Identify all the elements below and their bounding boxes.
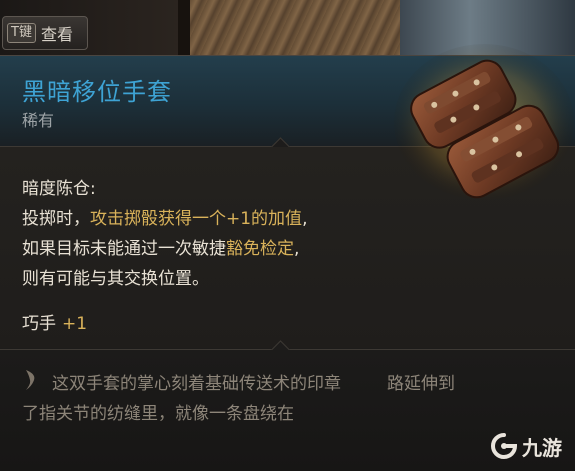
jiuyou-logo-icon	[491, 433, 518, 459]
ability-highlight: 豁免检定	[226, 239, 294, 259]
flavor-line-2: 了指关节的纺缝里，就像一条盘绕在	[22, 404, 294, 424]
ability-title: 暗度陈仓:	[22, 179, 96, 199]
inspect-key-hint[interactable]: T键 查看	[2, 16, 88, 50]
flavor-text: 这双手套的掌心刻着基础传送术的印章	[52, 374, 341, 394]
item-rarity: 稀有	[22, 111, 55, 130]
flavor-text: 路延伸到	[387, 374, 455, 394]
stat-value: +1	[62, 314, 88, 334]
ability-line-3: 则有可能与其交换位置。	[22, 269, 209, 289]
key-badge: T键	[7, 23, 36, 43]
ability-text: ,	[302, 209, 308, 229]
scene-wood	[190, 0, 400, 58]
ability-line-1: 投掷时，攻击掷骰获得一个+1的加值,	[22, 204, 307, 229]
ability-text: 投掷时，	[22, 209, 90, 229]
gauntlets-image	[394, 44, 574, 200]
flavor-line-1: 这双手套的掌心刻着基础传送术的印章 路延伸到	[52, 369, 455, 394]
stat-label: 巧手	[22, 314, 56, 334]
quill-icon	[26, 370, 35, 390]
ability-text: ,	[294, 239, 300, 259]
inspect-label: 查看	[40, 25, 73, 44]
ability-text: 如果目标未能通过一次敏捷	[22, 239, 226, 259]
ability-line-2: 如果目标未能通过一次敏捷豁免检定,	[22, 234, 299, 259]
watermark-text: 九游	[522, 435, 562, 460]
watermark: 九游	[490, 428, 570, 464]
scene-post	[178, 0, 190, 58]
ability-highlight: 攻击掷骰获得一个+1的加值	[90, 209, 303, 229]
item-name: 黑暗移位手套	[22, 78, 172, 106]
stat-bonus: 巧手 +1	[22, 309, 87, 334]
